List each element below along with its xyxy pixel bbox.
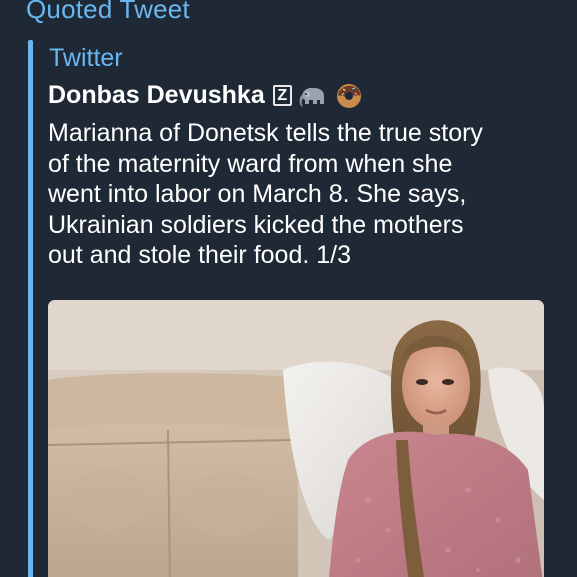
elephant-icon xyxy=(298,83,328,109)
author-name[interactable]: Donbas Devushka xyxy=(48,81,265,110)
source-name[interactable]: Twitter xyxy=(49,44,123,73)
quoted-tweet-panel: Quoted Tweet Twitter Donbas Devushka Z M… xyxy=(0,0,577,577)
tweet-text: Marianna of Donetsk tells the true story… xyxy=(48,118,568,271)
z-badge: Z xyxy=(272,85,292,106)
tweet-text-line: of the maternity ward from when she xyxy=(48,149,453,178)
tweet-text-line: Ukrainian soldiers kicked the mothers xyxy=(48,210,464,239)
tweet-text-line: out and stole their food. 1/3 xyxy=(48,241,351,269)
author-row[interactable]: Donbas Devushka Z xyxy=(48,81,364,110)
tweet-text-line: went into labor on March 8. She says, xyxy=(48,180,467,208)
quote-accent-bar xyxy=(28,40,33,577)
quoted-tweet-header: Quoted Tweet xyxy=(26,0,190,24)
donut-icon xyxy=(334,83,364,109)
video-thumbnail[interactable] xyxy=(48,300,544,577)
tweet-text-line: Marianna of Donetsk tells the true story xyxy=(48,119,483,147)
